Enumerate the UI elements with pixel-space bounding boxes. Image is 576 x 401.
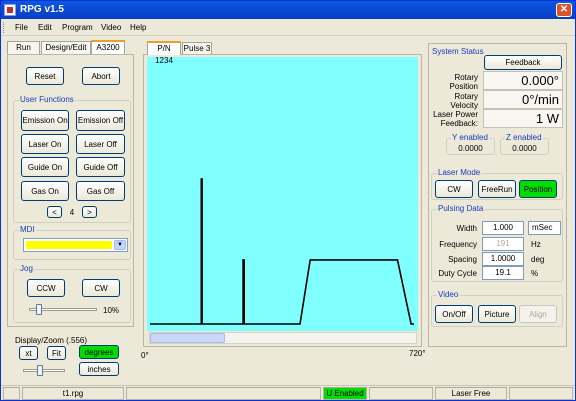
duty-cycle-label: Duty Cycle (438, 269, 477, 278)
laser-on-button[interactable]: Laser On (21, 134, 69, 154)
duty-cycle-unit: % (531, 269, 539, 278)
z-enabled-group: Z enabled 0.0000 (500, 133, 549, 155)
width-unit-box: mSec (528, 221, 561, 235)
mdi-title: MDI (19, 225, 36, 235)
guide-on-button[interactable]: Guide On (21, 157, 69, 177)
jog-title: Jog (19, 264, 34, 274)
video-onoff-button[interactable]: On/Off (435, 305, 473, 323)
menu-help[interactable]: Help (130, 22, 146, 33)
inches-button[interactable]: inches (79, 362, 119, 376)
user-functions-title: User Functions (19, 95, 75, 105)
laser-power-value: 1 W (483, 109, 563, 128)
page-next-button[interactable]: > (82, 206, 97, 218)
window-title: RPG v1.5 (20, 4, 64, 15)
cw-button[interactable]: CW (82, 279, 120, 297)
position-mode-button[interactable]: Position (519, 180, 557, 198)
gas-on-button[interactable]: Gas On (21, 181, 69, 201)
rotary-velocity-label: Rotary Velocity (450, 92, 478, 110)
frequency-label: Frequency (439, 240, 477, 249)
plot-scrollbar[interactable] (149, 332, 417, 344)
page-prev-button[interactable]: < (47, 206, 62, 218)
degrees-button[interactable]: degrees (79, 345, 119, 359)
feedback-button[interactable]: Feedback (484, 55, 562, 70)
tab-design-edit[interactable]: Design/Edit (41, 41, 91, 54)
width-input[interactable]: 1.000 (482, 221, 524, 235)
y-enabled-group: Y enabled 0.0000 (446, 133, 495, 155)
menu-bar: File Edit Program Video Help (1, 19, 575, 36)
pulsing-data-title: Pulsing Data (437, 204, 485, 214)
spacing-input[interactable]: 1.0000 (482, 252, 524, 266)
menu-program[interactable]: Program (62, 22, 93, 33)
display-zoom-title: Display/Zoom (.556) (15, 336, 88, 345)
z-enabled-value: 0.0000 (512, 144, 537, 153)
spacing-unit: deg (531, 255, 545, 264)
fit-button[interactable]: Fit (47, 346, 66, 360)
app-window: RPG v1.5 ✕ File Edit Program Video Help … (0, 0, 576, 401)
status-cell-empty-2 (126, 387, 321, 400)
emission-on-button[interactable]: Emission On (21, 110, 69, 131)
plot-scrollbar-thumb[interactable] (150, 333, 225, 343)
system-status-title: System Status (432, 47, 484, 56)
laser-off-button[interactable]: Laser Off (76, 134, 125, 154)
ccw-button[interactable]: CCW (27, 279, 65, 297)
title-bar[interactable]: RPG v1.5 ✕ (1, 1, 575, 19)
close-button[interactable]: ✕ (556, 3, 572, 17)
cw-mode-button[interactable]: CW (435, 180, 473, 198)
menu-file[interactable]: File (15, 22, 28, 33)
video-picture-button[interactable]: Picture (478, 305, 516, 323)
zoom-slider-thumb[interactable] (37, 365, 43, 376)
width-label: Width (456, 224, 477, 233)
menu-video[interactable]: Video (101, 22, 121, 33)
reset-button[interactable]: Reset (26, 67, 64, 85)
xt-button[interactable]: xt (19, 346, 38, 360)
pulse-plot[interactable] (147, 57, 418, 331)
laser-status: Laser Free (435, 387, 507, 400)
status-file-name: t1.rpg (22, 387, 124, 400)
mdi-combobox[interactable]: ▼ (23, 238, 128, 252)
menu-grip (3, 22, 6, 33)
rotary-position-value: 0.000° (483, 71, 563, 90)
frequency-input: 191 (482, 237, 524, 251)
laser-power-label: Laser Power Feedback: (433, 110, 478, 128)
jog-percent: 10% (103, 306, 120, 315)
freerun-mode-button[interactable]: FreeRun (478, 180, 516, 198)
y-enabled-label: Y enabled (451, 133, 489, 143)
duty-cycle-input: 19.1 (482, 266, 524, 280)
rotary-velocity-value: 0°/min (483, 90, 563, 109)
z-enabled-label: Z enabled (505, 133, 543, 143)
status-cell-empty-3 (369, 387, 433, 400)
zoom-slider[interactable] (23, 369, 65, 372)
x-axis-end-label: 720° (409, 349, 426, 358)
status-bar: t1.rpg U Enabled Laser Free (1, 385, 575, 400)
video-title: Video (437, 290, 460, 300)
page-number: 4 (69, 208, 75, 217)
y-enabled-value: 0.0000 (458, 144, 483, 153)
video-align-button: Align (519, 305, 557, 323)
spacing-label: Spacing (448, 255, 477, 264)
abort-button[interactable]: Abort (82, 67, 120, 85)
tab-pn1234[interactable]: P/N 1234 (147, 41, 181, 65)
x-axis-start-label: 0° (141, 351, 149, 360)
plot-background (147, 57, 418, 331)
gas-off-button[interactable]: Gas Off (76, 181, 125, 201)
rotary-position-label: Rotary Position (449, 73, 478, 91)
chevron-down-icon[interactable]: ▼ (114, 240, 126, 250)
app-icon (4, 4, 16, 16)
mdi-selection (26, 241, 112, 249)
tab-a3200[interactable]: A3200 (91, 40, 125, 54)
laser-mode-title: Laser Mode (437, 168, 482, 178)
menu-edit[interactable]: Edit (38, 22, 52, 33)
frequency-unit: Hz (531, 240, 541, 249)
status-cell-empty-4 (509, 387, 573, 400)
jog-slider-thumb[interactable] (35, 304, 42, 315)
guide-off-button[interactable]: Guide Off (76, 157, 125, 177)
emission-off-button[interactable]: Emission Off (76, 110, 125, 131)
u-enabled-indicator: U Enabled (323, 387, 367, 400)
status-cell-empty-1 (3, 387, 20, 400)
tab-run[interactable]: Run (7, 41, 40, 54)
